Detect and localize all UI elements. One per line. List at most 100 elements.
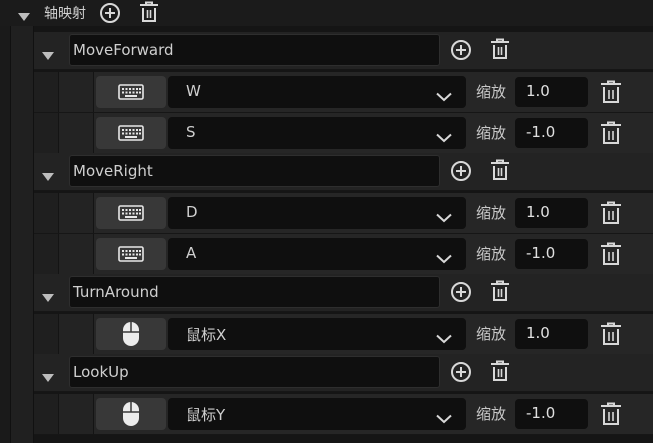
collapse-caret-icon[interactable] bbox=[42, 167, 54, 186]
delete-key-binding-button[interactable] bbox=[600, 80, 622, 108]
axis-name-input[interactable]: MoveRight bbox=[69, 155, 440, 187]
scale-input[interactable]: -1.0 bbox=[515, 399, 588, 429]
scale-input[interactable]: 1.0 bbox=[515, 319, 588, 349]
scale-label: 缩放 bbox=[476, 245, 507, 263]
indent-gutter bbox=[34, 234, 59, 274]
delete-axis-mapping-button[interactable] bbox=[490, 159, 510, 185]
indent-gutter bbox=[59, 234, 94, 274]
key-select[interactable]: 鼠标Y bbox=[168, 398, 466, 430]
key-select-value: W bbox=[186, 82, 201, 100]
delete-key-binding-button[interactable] bbox=[600, 402, 622, 430]
indent-gutter bbox=[34, 113, 59, 153]
collapse-caret-icon[interactable] bbox=[42, 288, 54, 307]
scale-input[interactable]: -1.0 bbox=[515, 239, 588, 269]
plus-circle-icon bbox=[100, 3, 120, 23]
scale-input[interactable]: 1.0 bbox=[515, 77, 588, 107]
scale-value: -1.0 bbox=[526, 404, 556, 422]
axis-mapping-group-moveforward: MoveForward bbox=[34, 32, 653, 70]
delete-axis-mapping-button[interactable] bbox=[490, 280, 510, 306]
key-binding-row: S 缩放 -1.0 bbox=[34, 113, 653, 154]
key-binding-row: W 缩放 1.0 bbox=[34, 72, 653, 113]
indent-gutter bbox=[59, 314, 94, 354]
scale-label: 缩放 bbox=[476, 83, 507, 101]
keyboard-icon bbox=[118, 205, 144, 221]
trash-icon bbox=[491, 280, 509, 301]
trash-icon bbox=[601, 201, 621, 224]
key-select[interactable]: W bbox=[168, 76, 466, 108]
scale-value: 1.0 bbox=[526, 82, 550, 100]
key-select[interactable]: A bbox=[168, 238, 466, 270]
trash-icon bbox=[601, 322, 621, 345]
add-key-binding-button[interactable] bbox=[450, 361, 472, 387]
trash-icon bbox=[601, 121, 621, 144]
collapse-caret-icon[interactable] bbox=[42, 46, 54, 65]
indent-gutter bbox=[34, 314, 59, 354]
scale-input[interactable]: -1.0 bbox=[515, 118, 588, 148]
trash-icon bbox=[601, 80, 621, 103]
add-key-binding-button[interactable] bbox=[450, 39, 472, 65]
keyboard-icon bbox=[118, 84, 144, 100]
mouse-icon bbox=[96, 318, 166, 350]
axis-mappings-panel: 轴映射 MoveForward W 缩放 1.0 S 缩放 -1.0 MoveR… bbox=[0, 0, 653, 443]
scale-value: -1.0 bbox=[526, 123, 556, 141]
keyboard-icon bbox=[96, 197, 166, 229]
indent-gutter bbox=[59, 72, 94, 112]
axis-name-input[interactable]: TurnAround bbox=[69, 276, 440, 308]
key-select-value: A bbox=[186, 244, 197, 262]
key-select-value: 鼠标Y bbox=[186, 406, 226, 424]
axis-mapping-group-moveright: MoveRight bbox=[34, 153, 653, 191]
scale-label: 缩放 bbox=[476, 124, 507, 142]
trash-icon bbox=[601, 242, 621, 265]
collapse-caret-icon[interactable] bbox=[42, 368, 54, 387]
key-select[interactable]: S bbox=[168, 117, 466, 149]
delete-key-binding-button[interactable] bbox=[600, 322, 622, 350]
scale-label: 缩放 bbox=[476, 204, 507, 222]
trash-icon bbox=[491, 38, 509, 59]
axis-mapping-group-turnaround: TurnAround bbox=[34, 274, 653, 312]
delete-key-binding-button[interactable] bbox=[600, 242, 622, 270]
delete-key-binding-button[interactable] bbox=[600, 201, 622, 229]
axis-name-text: LookUp bbox=[73, 363, 129, 381]
section-title: 轴映射 bbox=[44, 6, 86, 22]
delete-axis-mapping-button[interactable] bbox=[490, 360, 510, 386]
key-select-value: D bbox=[186, 203, 198, 221]
clear-axis-mappings-button[interactable] bbox=[139, 1, 159, 27]
scale-value: 1.0 bbox=[526, 324, 550, 342]
key-capture-button[interactable] bbox=[96, 398, 166, 430]
chevron-down-icon bbox=[436, 409, 452, 428]
keyboard-icon bbox=[118, 246, 144, 262]
scale-label: 缩放 bbox=[476, 405, 507, 423]
key-capture-button[interactable] bbox=[96, 76, 166, 108]
chevron-down-icon bbox=[436, 249, 452, 268]
key-select[interactable]: 鼠标X bbox=[168, 318, 466, 350]
key-select[interactable]: D bbox=[168, 197, 466, 229]
chevron-down-icon bbox=[436, 87, 452, 106]
axis-name-text: MoveForward bbox=[73, 41, 174, 59]
key-select-value: S bbox=[186, 123, 196, 141]
trash-icon bbox=[491, 360, 509, 381]
add-key-binding-button[interactable] bbox=[450, 281, 472, 307]
key-capture-button[interactable] bbox=[96, 318, 166, 350]
axis-name-input[interactable]: MoveForward bbox=[69, 34, 440, 66]
key-capture-button[interactable] bbox=[96, 197, 166, 229]
delete-axis-mapping-button[interactable] bbox=[490, 38, 510, 64]
key-capture-button[interactable] bbox=[96, 117, 166, 149]
keyboard-icon bbox=[96, 238, 166, 270]
axis-mappings-header: 轴映射 bbox=[0, 0, 653, 26]
add-axis-mapping-button[interactable] bbox=[99, 2, 121, 28]
chevron-down-icon bbox=[436, 128, 452, 147]
key-binding-row: 鼠标X 缩放 1.0 bbox=[34, 314, 653, 355]
scale-value: 1.0 bbox=[526, 203, 550, 221]
scale-value: -1.0 bbox=[526, 244, 556, 262]
indent-gutter bbox=[0, 26, 11, 443]
indent-gutter bbox=[59, 193, 94, 233]
add-key-binding-button[interactable] bbox=[450, 160, 472, 186]
delete-key-binding-button[interactable] bbox=[600, 121, 622, 149]
mouse-icon bbox=[123, 402, 139, 426]
keyboard-icon bbox=[96, 76, 166, 108]
scale-input[interactable]: 1.0 bbox=[515, 198, 588, 228]
chevron-down-icon bbox=[436, 208, 452, 227]
collapse-caret-icon[interactable] bbox=[18, 7, 30, 26]
key-capture-button[interactable] bbox=[96, 238, 166, 270]
axis-name-input[interactable]: LookUp bbox=[69, 356, 440, 388]
